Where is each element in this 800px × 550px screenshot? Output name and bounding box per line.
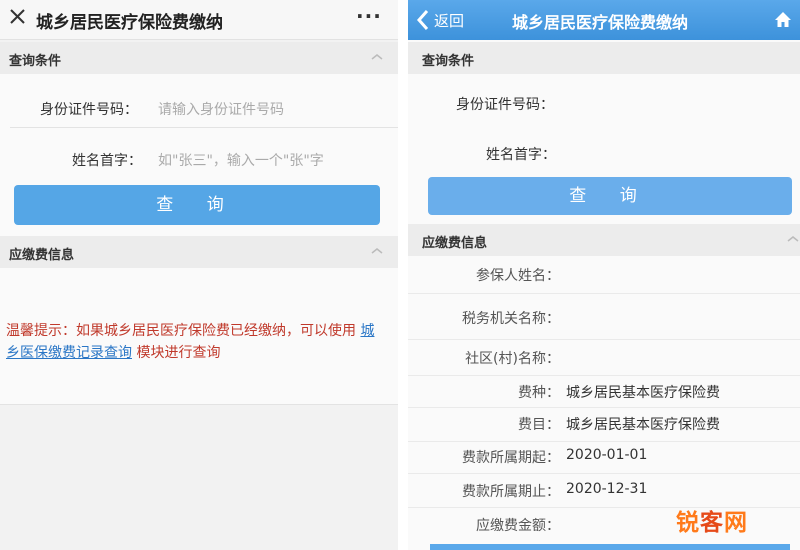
query-section-header[interactable]: 查询条件 [0,42,398,74]
header-bar: 返回 城乡居民医疗保险费缴纳 [408,0,800,40]
info-row-insured-name: 参保人姓名： [408,256,800,294]
divider [398,0,408,550]
chevron-up-icon [371,248,383,254]
info-label: 费款所属期止： [462,484,560,500]
info-row-fee-item: 费目： 城乡居民基本医疗保险费 [408,408,800,442]
page-title: 城乡居民医疗保险费缴纳 [36,13,223,33]
info-row-period-start: 费款所属期起： 2020-01-01 [408,442,800,474]
info-label: 税务机关名称： [462,311,560,327]
info-label: 费款所属期起： [462,450,560,466]
info-row-fee-type: 费种： 城乡居民基本医疗保险费 [408,376,800,408]
name-initial-label: 姓名首字： [486,147,556,163]
chevron-up-icon [787,236,799,242]
id-number-input[interactable]: 请输入身份证件号码 [158,99,284,119]
back-label: 返回 [434,12,465,30]
section-title: 查询条件 [422,54,475,69]
query-button[interactable]: 查 询 [428,177,792,215]
right-screen: 返回 城乡居民医疗保险费缴纳 查询条件 身份证件号码： 姓名首字： 查 询 应缴… [408,0,800,550]
info-value: 城乡居民基本医疗保险费 [566,417,720,433]
watermark-text: 锐客网 [676,510,748,536]
info-label: 社区(村)名称： [465,351,560,367]
id-number-label: 身份证件号码： [456,97,554,113]
name-initial-row: 姓名首字： 如"张三"，输入一个"张"字 [10,140,398,180]
id-number-input[interactable] [566,86,786,118]
payment-section-header[interactable]: 应缴费信息 [0,236,398,268]
id-number-label: 身份证件号码： [40,102,138,118]
more-options-icon[interactable]: ··· [356,4,382,28]
left-screen: 城乡居民医疗保险费缴纳 ··· 查询条件 身份证件号码： 请输入身份证件号码 姓… [0,0,398,550]
home-icon[interactable] [774,11,792,28]
watermark-logo: 锐客网 [676,503,778,539]
section-title: 应缴费信息 [422,236,488,251]
query-section-header[interactable]: 查询条件 [408,42,800,74]
blank-area [0,404,398,550]
name-initial-input[interactable]: 如"张三"，输入一个"张"字 [158,150,324,170]
info-label: 费种： [518,385,560,401]
back-arrow-icon [416,10,429,30]
info-label: 应缴费金额： [476,518,560,534]
info-label: 费目： [518,417,560,433]
tip-text: 温馨提示：如果城乡居民医疗保险费已经缴纳，可以使用 [6,323,356,339]
info-value: 2020-12-31 [566,481,648,497]
payment-info-area: 温馨提示：如果城乡居民医疗保险费已经缴纳，可以使用 城乡医保缴费记录查询 模块进… [0,268,398,404]
close-icon[interactable] [7,6,31,30]
chevron-up-icon [371,54,383,60]
name-initial-input[interactable] [566,136,786,168]
name-initial-label: 姓名首字： [72,153,142,169]
section-title: 查询条件 [9,54,62,69]
id-number-row: 身份证件号码： 请输入身份证件号码 [10,88,398,128]
query-form: 身份证件号码： 请输入身份证件号码 姓名首字： 如"张三"，输入一个"张"字 查… [0,74,398,240]
submit-button-partial[interactable] [430,544,790,550]
query-button[interactable]: 查 询 [14,185,380,225]
payment-section-header[interactable]: 应缴费信息 [408,224,800,256]
info-row-tax-office: 税务机关名称： [408,294,800,340]
info-label: 参保人姓名： [476,268,560,284]
info-value: 2020-01-01 [566,447,648,463]
section-title: 应缴费信息 [9,248,75,263]
tip-text-end: 模块进行查询 [136,345,221,361]
query-form: 身份证件号码： 姓名首字： 查 询 [408,74,800,222]
info-value: 城乡居民基本医疗保险费 [566,385,720,401]
info-row-community: 社区(村)名称： [408,340,800,376]
page-title: 城乡居民医疗保险费缴纳 [512,13,689,32]
title-bar: 城乡居民医疗保险费缴纳 ··· [0,0,398,40]
warm-tip: 温馨提示：如果城乡居民医疗保险费已经缴纳，可以使用 城乡医保缴费记录查询 模块进… [6,320,386,364]
